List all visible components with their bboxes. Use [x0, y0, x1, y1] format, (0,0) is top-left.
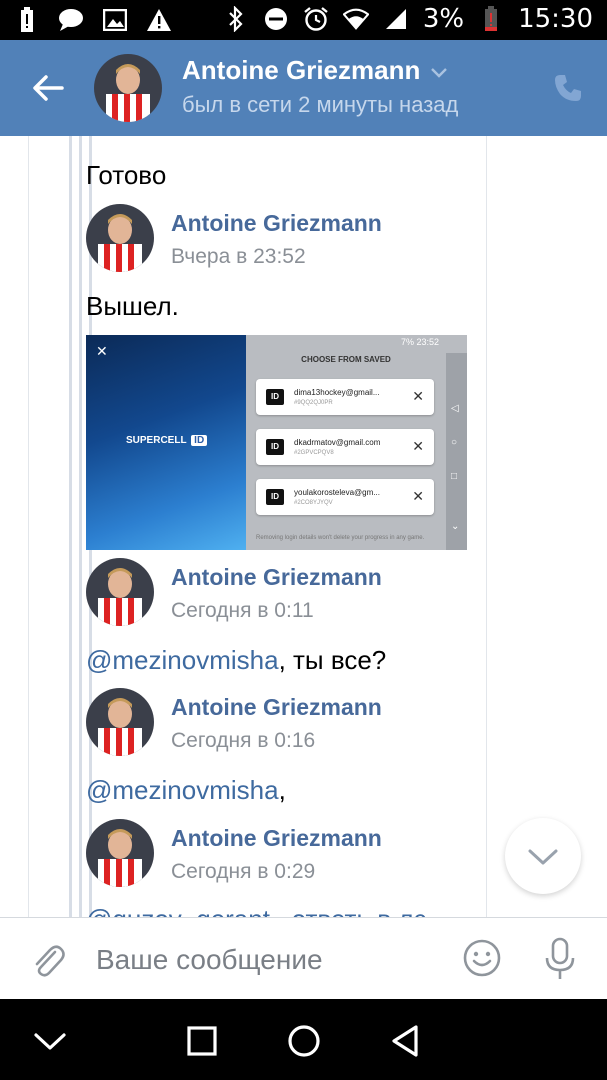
scroll-down-button[interactable]: [505, 818, 581, 894]
signal-icon: [383, 5, 409, 33]
message-rest: ,: [278, 775, 286, 805]
mention-link[interactable]: @mezinovmisha: [86, 645, 279, 675]
brand-text: SUPERCELL: [126, 435, 187, 446]
account-email: dima13hockey@gmail...: [294, 388, 380, 397]
attached-image[interactable]: 7% 23:52 ✕ SUPERCELL ID CHOOSE FROM SAVE…: [86, 335, 467, 550]
close-icon: ✕: [412, 388, 424, 404]
close-icon: ✕: [96, 343, 108, 359]
system-nav-bar: [0, 999, 607, 1080]
image-status-bar: 7% 23:52: [86, 335, 467, 351]
avatar[interactable]: [86, 558, 154, 626]
message-time: Сегодня в 0:11: [171, 599, 314, 622]
last-seen-status: был в сети 2 минуты назад: [182, 92, 459, 117]
message-time: Сегодня в 0:16: [171, 729, 316, 752]
message-list[interactable]: Готово Antoine Griezmann Вчера в 23:52 В…: [0, 136, 607, 917]
message-time: Вчера в 23:52: [171, 245, 306, 268]
id-icon: ID: [266, 439, 284, 455]
message-time: Сегодня в 0:29: [171, 860, 316, 883]
message-author[interactable]: Antoine Griezmann: [171, 564, 382, 591]
dnd-icon: [263, 5, 289, 33]
message-text: Готово: [86, 160, 167, 190]
attach-icon[interactable]: [28, 940, 68, 980]
saved-account: ID dima13hockey@gmail... #9QQ2QJ0PR ✕: [256, 379, 434, 415]
image-footer-text: Removing login details won't delete your…: [256, 535, 425, 541]
phone-icon[interactable]: [552, 72, 584, 104]
chevron-down-icon[interactable]: [430, 55, 448, 86]
saved-account: ID dkadrmatov@gmail.com #2GPVCPQV8 ✕: [256, 429, 434, 465]
hide-keyboard-icon[interactable]: [28, 1019, 72, 1063]
gallery-icon: [102, 6, 128, 34]
mention-link[interactable]: @mezinovmisha: [86, 775, 279, 805]
avatar[interactable]: [86, 819, 154, 887]
contact-name[interactable]: Antoine Griezmann: [182, 55, 448, 86]
battery-alert-icon: [14, 6, 40, 34]
recents-icon: □: [451, 471, 458, 482]
account-code: #2CO8YJYQV: [294, 500, 333, 506]
saved-account: ID youlakorosteleva@gm... #2CO8YJYQV ✕: [256, 479, 434, 515]
contact-name-text: Antoine Griezmann: [182, 55, 421, 85]
message-author[interactable]: Antoine Griezmann: [171, 825, 382, 852]
chat-header: Antoine Griezmann был в сети 2 минуты на…: [0, 40, 607, 136]
home-icon[interactable]: [282, 1019, 326, 1063]
image-status-time: 7% 23:52: [400, 337, 439, 347]
brand-id: ID: [191, 435, 208, 446]
warning-icon: [146, 6, 172, 34]
message-author[interactable]: Antoine Griezmann: [171, 210, 382, 237]
battery-percent: 3%: [422, 4, 465, 34]
supercell-logo: SUPERCELL ID: [126, 435, 208, 446]
image-nav-column: ◁ ○ □ ⌄: [446, 353, 467, 550]
avatar[interactable]: [86, 204, 154, 272]
account-email: dkadrmatov@gmail.com: [294, 438, 381, 447]
account-code: #2GPVCPQV8: [294, 450, 334, 456]
microphone-icon[interactable]: [540, 936, 580, 982]
message-text: Вышел.: [86, 291, 179, 321]
recents-icon[interactable]: [180, 1019, 224, 1063]
close-icon: ✕: [412, 438, 424, 454]
account-email: youlakorosteleva@gm...: [294, 488, 380, 497]
message-author[interactable]: Antoine Griezmann: [171, 694, 382, 721]
bluetooth-icon: [223, 5, 249, 33]
chevron-down-icon: [528, 849, 558, 865]
choose-title: CHOOSE FROM SAVED: [301, 355, 391, 364]
avatar[interactable]: [86, 688, 154, 756]
account-code: #9QQ2QJ0PR: [294, 400, 333, 406]
clock: 15:30: [518, 4, 593, 34]
back-icon[interactable]: [384, 1019, 428, 1063]
status-bar: 3% 15:30: [0, 0, 607, 40]
avatar[interactable]: [94, 54, 162, 122]
id-icon: ID: [266, 389, 284, 405]
home-icon: ○: [451, 437, 458, 448]
chat-icon: [58, 6, 84, 34]
message-text: @mezinovmisha, ты все?: [86, 645, 386, 676]
message-rest: , ты все?: [278, 645, 387, 675]
wifi-icon: [342, 5, 369, 33]
back-icon: ◁: [451, 403, 459, 414]
back-arrow-icon[interactable]: [28, 68, 68, 108]
alarm-icon: [303, 5, 329, 33]
id-icon: ID: [266, 489, 284, 505]
message-composer: [0, 917, 607, 999]
message-input[interactable]: [96, 940, 436, 980]
message-text-partial: @guzov_gerant , ответь в лс: [86, 904, 426, 917]
battery-low-icon: [478, 5, 504, 33]
close-icon: ✕: [412, 488, 424, 504]
message-text: @mezinovmisha,: [86, 775, 286, 806]
emoji-icon[interactable]: [462, 938, 502, 978]
chevron-down-icon: ⌄: [451, 521, 460, 532]
